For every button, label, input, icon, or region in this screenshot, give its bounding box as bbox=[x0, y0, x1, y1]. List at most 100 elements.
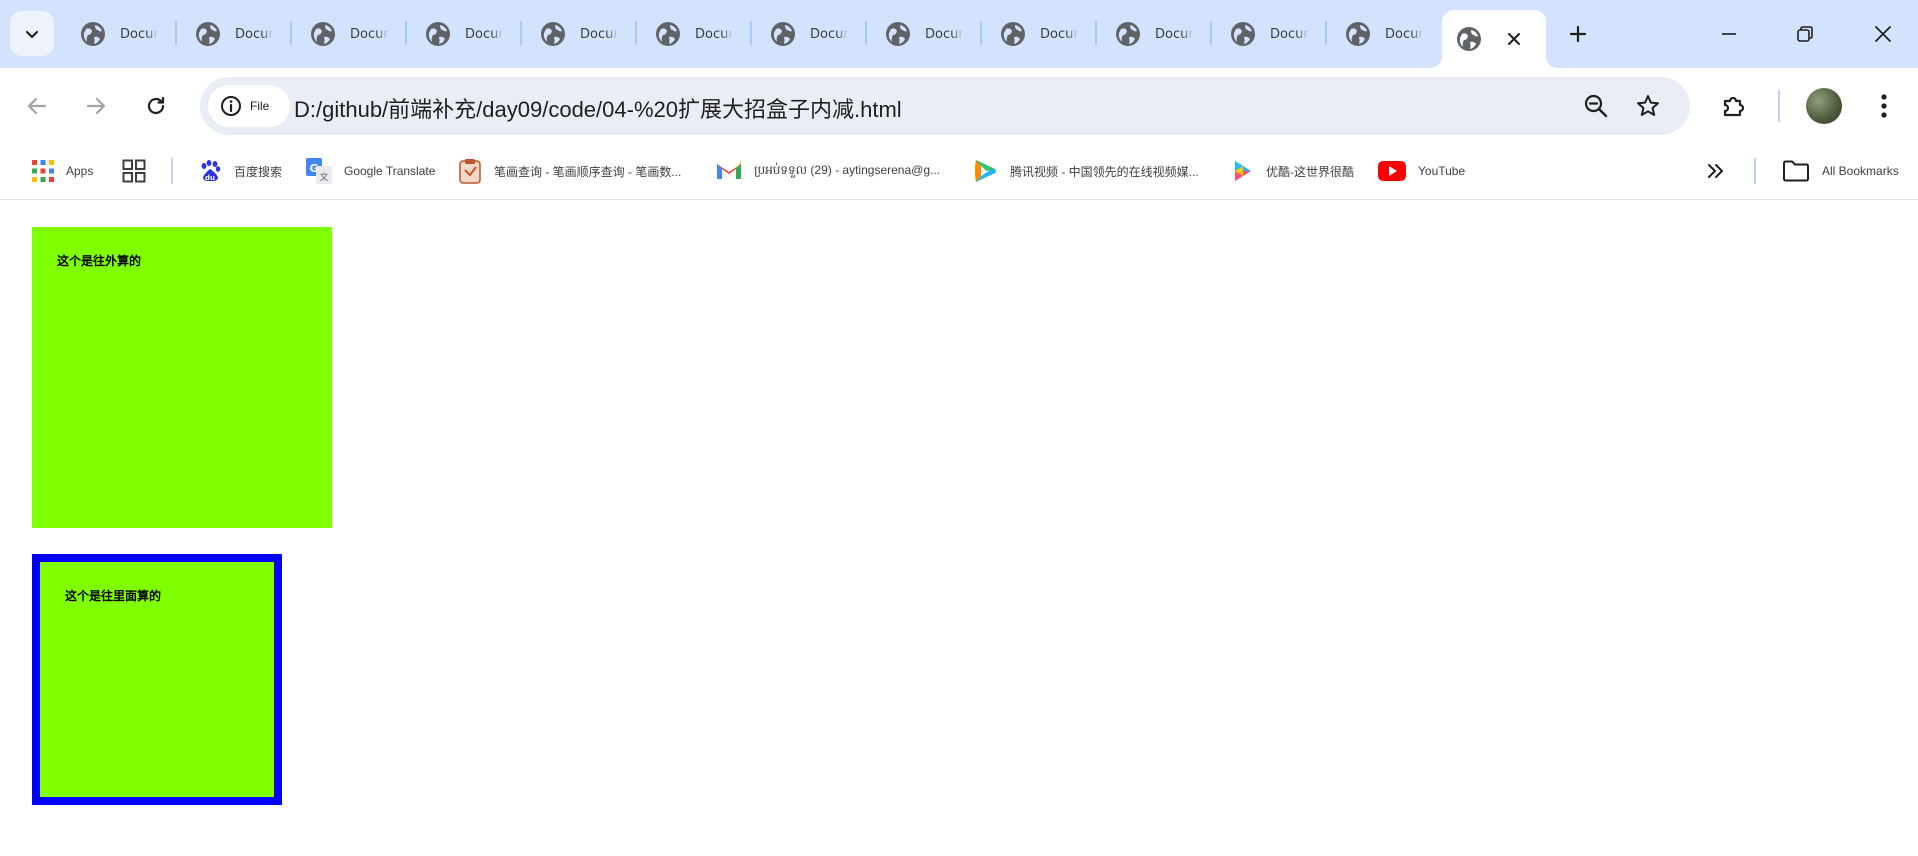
youku-icon bbox=[1235, 161, 1251, 181]
tab[interactable]: Docum bbox=[1331, 10, 1423, 58]
globe-icon bbox=[1001, 22, 1025, 46]
bookmark-stroke-lookup[interactable]: 笔画查询 - 笔画顺序查询 - 笔画数... bbox=[458, 154, 681, 188]
tab[interactable]: Docum bbox=[1101, 10, 1193, 58]
border-box-inward: 这个是往里面算的 bbox=[32, 554, 282, 805]
new-tab-button[interactable] bbox=[1562, 18, 1594, 50]
bookmarks-overflow-button[interactable] bbox=[1706, 154, 1726, 188]
tab-title: Docum bbox=[1155, 26, 1193, 42]
tab[interactable]: Docum bbox=[296, 10, 388, 58]
bookmark-label: 腾讯视频 - 中国领先的在线视频媒... bbox=[1010, 164, 1199, 179]
site-info-label: File bbox=[250, 99, 270, 113]
all-bookmarks-label: All Bookmarks bbox=[1822, 164, 1899, 178]
plus-icon bbox=[1569, 25, 1587, 43]
zoom-button[interactable] bbox=[1580, 90, 1612, 122]
tencent-video-icon bbox=[975, 160, 996, 182]
minimize-button[interactable] bbox=[1704, 12, 1754, 56]
tab-separator bbox=[1325, 21, 1327, 45]
bookmark-youku[interactable]: 优酷-这世界很酷 bbox=[1232, 154, 1354, 188]
chevron-double-right-icon bbox=[1708, 164, 1723, 178]
tab-groups-icon bbox=[122, 159, 146, 183]
tab-separator bbox=[1095, 21, 1097, 45]
tab-active[interactable] bbox=[1442, 10, 1546, 68]
box-outward-text: 这个是往外算的 bbox=[57, 254, 142, 268]
globe-icon bbox=[1231, 22, 1255, 46]
tab-title: Docum bbox=[810, 26, 848, 42]
tab[interactable]: Docum bbox=[986, 10, 1078, 58]
tab-title: Docum bbox=[235, 26, 273, 42]
back-button[interactable] bbox=[19, 88, 55, 124]
tab-separator bbox=[290, 21, 292, 45]
bookmarks-divider bbox=[171, 158, 173, 184]
bookmark-label: 优酷-这世界很酷 bbox=[1266, 164, 1354, 179]
gmail-icon bbox=[717, 162, 741, 179]
tab-separator bbox=[750, 21, 752, 45]
bookmark-gmail[interactable]: ប្រអប់ទទួល (29) - aytingserena@g... bbox=[716, 154, 940, 188]
tab[interactable]: Docum bbox=[526, 10, 618, 58]
globe-icon bbox=[426, 22, 450, 46]
close-window-button[interactable] bbox=[1858, 12, 1908, 56]
bookmark-star-button[interactable] bbox=[1632, 90, 1664, 122]
tab-groups-button[interactable] bbox=[122, 154, 146, 188]
globe-icon bbox=[1116, 22, 1140, 46]
restore-button[interactable] bbox=[1780, 12, 1830, 56]
close-icon bbox=[1508, 33, 1520, 45]
tab-title: Docum bbox=[1270, 26, 1308, 42]
bookmark-tencent-video[interactable]: 腾讯视频 - 中国领先的在线视频媒... bbox=[972, 154, 1199, 188]
tab-title: Docum bbox=[695, 26, 733, 42]
restore-icon bbox=[1797, 26, 1813, 42]
tab[interactable]: Docum bbox=[181, 10, 273, 58]
menu-button[interactable] bbox=[1866, 88, 1902, 124]
extensions-button[interactable] bbox=[1716, 88, 1752, 124]
forward-button[interactable] bbox=[78, 88, 114, 124]
star-icon bbox=[1637, 95, 1659, 116]
all-bookmarks-button[interactable]: All Bookmarks bbox=[1782, 154, 1899, 188]
globe-icon bbox=[541, 22, 565, 46]
bookmark-label: Apps bbox=[66, 164, 94, 178]
tab-separator bbox=[980, 21, 982, 45]
youtube-icon bbox=[1378, 161, 1406, 181]
tab[interactable]: Docum bbox=[871, 10, 963, 58]
svg-text:du: du bbox=[205, 174, 215, 182]
tab-title: Docum bbox=[120, 26, 158, 42]
clipboard-icon bbox=[459, 159, 481, 184]
more-vertical-icon bbox=[1881, 94, 1887, 118]
globe-icon bbox=[81, 22, 105, 46]
arrow-right-icon bbox=[86, 97, 106, 115]
tab-strip: Docum Docum Docum Docum Docum Docum Docum Docum… bbox=[0, 0, 1918, 68]
address-bar[interactable]: File D:/github/前端补充/day09/code/04-%20扩展大… bbox=[200, 77, 1690, 135]
globe-icon bbox=[886, 22, 910, 46]
folder-icon bbox=[1783, 160, 1809, 182]
tab[interactable]: Docum bbox=[756, 10, 848, 58]
apps-grid-icon bbox=[32, 160, 54, 182]
tab[interactable]: Docum bbox=[411, 10, 503, 58]
tab[interactable]: Docum bbox=[1216, 10, 1308, 58]
bookmark-youtube[interactable]: YouTube bbox=[1378, 154, 1465, 188]
site-info-chip[interactable]: File bbox=[208, 85, 290, 127]
bookmark-baidu[interactable]: du 百度搜索 bbox=[198, 154, 282, 188]
tab[interactable]: Docum bbox=[641, 10, 733, 58]
tab[interactable]: Docum bbox=[66, 10, 158, 58]
google-translate-icon: G文 bbox=[306, 158, 332, 184]
tab-separator bbox=[175, 21, 177, 45]
bookmark-apps[interactable]: Apps bbox=[32, 154, 93, 188]
toolbar-divider bbox=[1778, 90, 1780, 122]
url-text[interactable]: D:/github/前端补充/day09/code/04-%20扩展大招盒子内减… bbox=[294, 92, 902, 124]
globe-icon bbox=[1457, 27, 1481, 51]
globe-icon bbox=[196, 22, 220, 46]
profile-avatar[interactable] bbox=[1806, 88, 1842, 124]
tab-title: Docum bbox=[465, 26, 503, 42]
puzzle-icon bbox=[1723, 96, 1745, 117]
reload-button[interactable] bbox=[138, 88, 174, 124]
page-content: 这个是往外算的 这个是往里面算的 bbox=[0, 201, 1918, 856]
globe-icon bbox=[771, 22, 795, 46]
bookmark-google-translate[interactable]: G文 Google Translate bbox=[306, 154, 435, 188]
tab-title: Docum bbox=[925, 26, 963, 42]
bookmarks-divider bbox=[1754, 158, 1756, 184]
box-inward-text: 这个是往里面算的 bbox=[65, 589, 162, 603]
tab-close-button[interactable] bbox=[1504, 29, 1524, 49]
bookmark-label: Google Translate bbox=[344, 164, 436, 178]
svg-text:文: 文 bbox=[319, 171, 328, 183]
content-box-outward: 这个是往外算的 bbox=[32, 227, 332, 528]
tab-search-button[interactable] bbox=[10, 11, 54, 56]
tab-separator bbox=[405, 21, 407, 45]
